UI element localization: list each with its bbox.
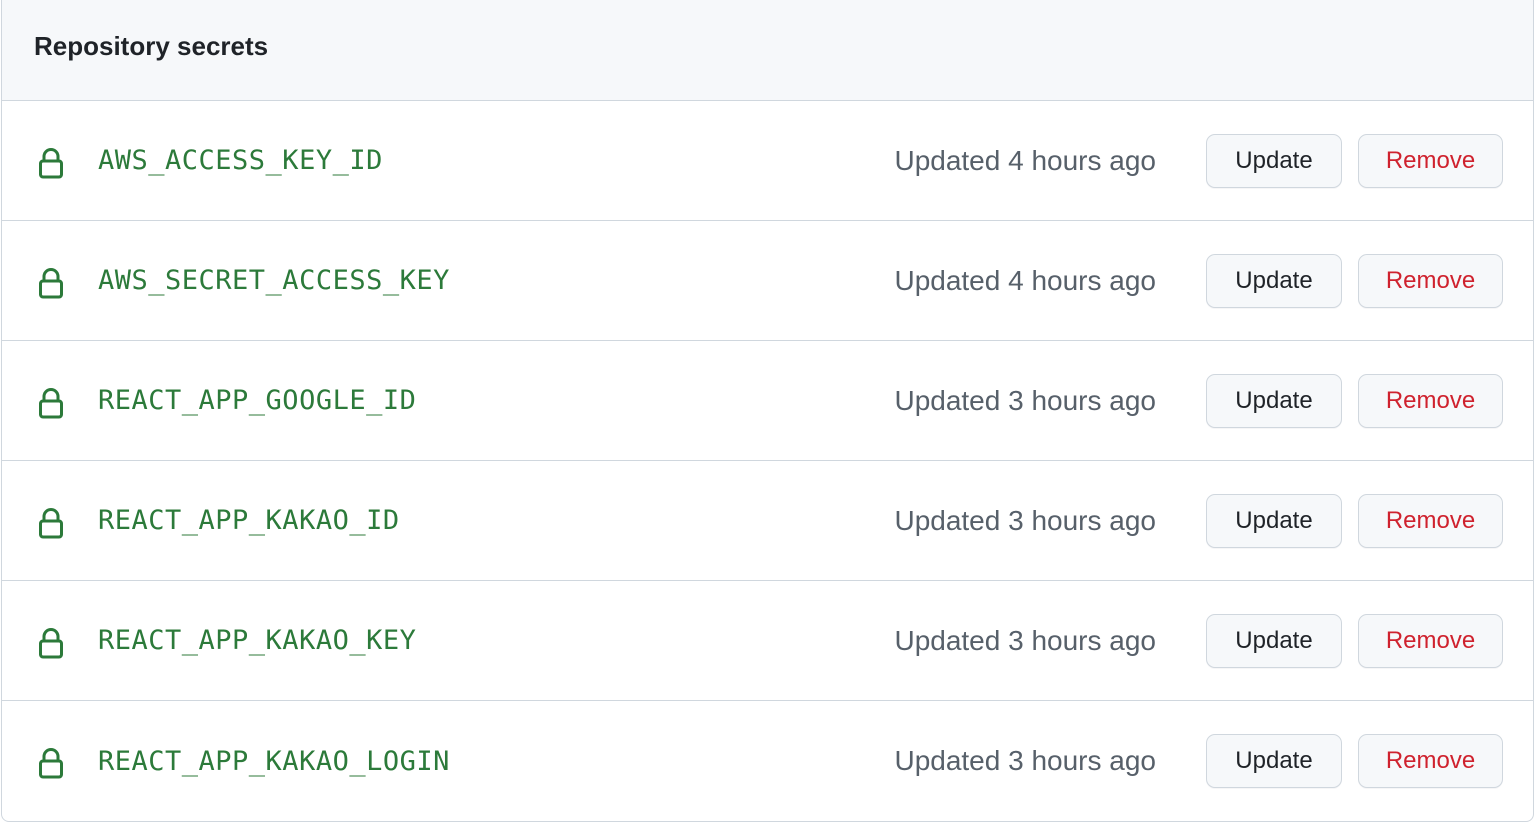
update-button[interactable]: Update xyxy=(1206,734,1342,788)
secret-name: REACT_APP_KAKAO_LOGIN xyxy=(98,745,450,777)
secret-name: AWS_ACCESS_KEY_ID xyxy=(98,145,383,176)
update-button[interactable]: Update xyxy=(1206,614,1342,668)
lock-icon xyxy=(39,148,63,179)
remove-button[interactable]: Remove xyxy=(1358,494,1503,548)
secret-row: REACT_APP_GOOGLE_ID Updated 3 hours ago … xyxy=(2,341,1533,461)
repository-secrets-panel: Repository secrets AWS_ACCESS_KEY_ID Upd… xyxy=(1,0,1534,822)
update-button[interactable]: Update xyxy=(1206,254,1342,308)
secret-row: AWS_ACCESS_KEY_ID Updated 4 hours ago Up… xyxy=(2,101,1533,221)
updated-timestamp: Updated 4 hours ago xyxy=(894,144,1156,176)
section-title: Repository secrets xyxy=(34,31,269,61)
update-button[interactable]: Update xyxy=(1206,134,1342,188)
lock-icon xyxy=(39,388,63,419)
update-button[interactable]: Update xyxy=(1206,374,1342,428)
lock-icon xyxy=(39,508,63,539)
remove-button[interactable]: Remove xyxy=(1358,134,1503,188)
remove-button[interactable]: Remove xyxy=(1358,614,1503,668)
update-button[interactable]: Update xyxy=(1206,494,1342,548)
updated-timestamp: Updated 3 hours ago xyxy=(894,384,1156,416)
updated-timestamp: Updated 3 hours ago xyxy=(894,504,1156,536)
secret-name: REACT_APP_KAKAO_ID xyxy=(98,505,400,536)
secret-row: REACT_APP_KAKAO_LOGIN Updated 3 hours ag… xyxy=(2,701,1533,821)
lock-icon xyxy=(39,748,63,779)
lock-icon xyxy=(39,628,63,659)
secret-name: REACT_APP_KAKAO_KEY xyxy=(98,625,417,656)
secret-name: AWS_SECRET_ACCESS_KEY xyxy=(98,265,450,296)
remove-button[interactable]: Remove xyxy=(1358,734,1503,788)
updated-timestamp: Updated 4 hours ago xyxy=(894,264,1156,296)
secret-row: REACT_APP_KAKAO_KEY Updated 3 hours ago … xyxy=(2,581,1533,701)
secret-row: AWS_SECRET_ACCESS_KEY Updated 4 hours ag… xyxy=(2,221,1533,341)
remove-button[interactable]: Remove xyxy=(1358,254,1503,308)
secret-row: REACT_APP_KAKAO_ID Updated 3 hours ago U… xyxy=(2,461,1533,581)
remove-button[interactable]: Remove xyxy=(1358,374,1503,428)
lock-icon xyxy=(39,268,63,299)
panel-header: Repository secrets xyxy=(2,0,1533,101)
updated-timestamp: Updated 3 hours ago xyxy=(894,745,1156,776)
updated-timestamp: Updated 3 hours ago xyxy=(894,624,1156,656)
secret-name: REACT_APP_GOOGLE_ID xyxy=(98,385,417,416)
